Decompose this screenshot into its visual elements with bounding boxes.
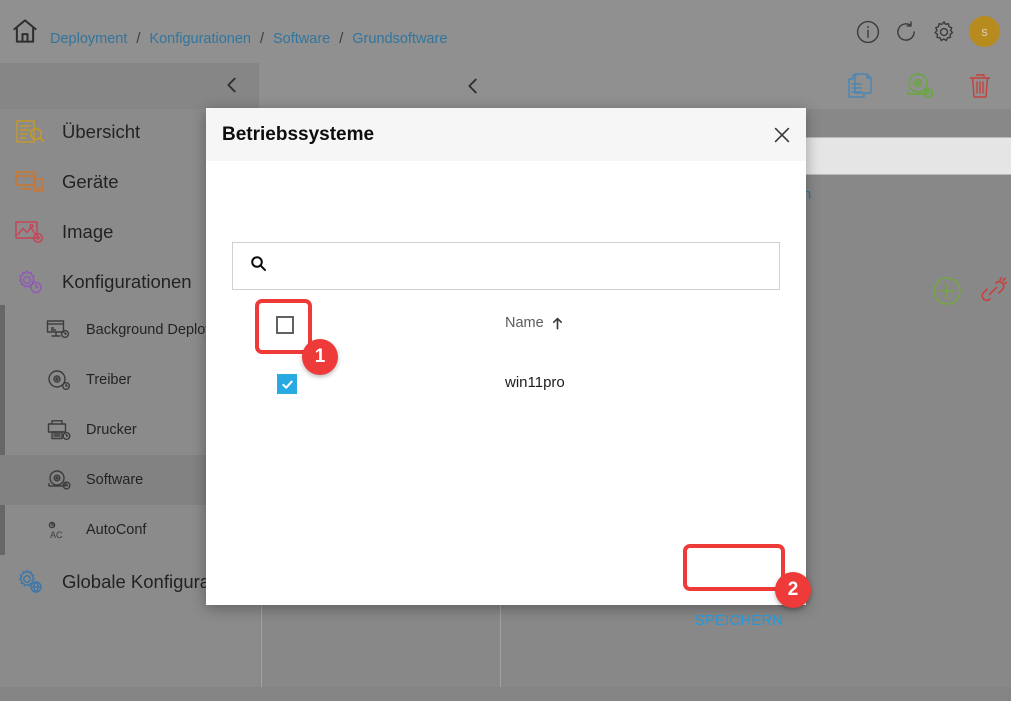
column-header-name[interactable]: Name bbox=[505, 315, 564, 331]
sort-ascending-icon bbox=[551, 317, 564, 330]
screen-root: Deployment / Konfigurationen / Software … bbox=[0, 0, 1011, 701]
betriebssysteme-dialog: Betriebssysteme Name win11pro SPEICHERN bbox=[206, 108, 806, 629]
save-button[interactable]: SPEICHERN bbox=[687, 606, 791, 636]
annotation-badge-2: 2 bbox=[775, 572, 811, 608]
table-cell-name: win11pro bbox=[505, 374, 565, 391]
table-row[interactable]: win11pro bbox=[206, 365, 806, 405]
table-header-row: Name bbox=[206, 315, 806, 350]
dialog-title: Betriebssysteme bbox=[222, 123, 375, 145]
search-input[interactable] bbox=[267, 258, 779, 274]
row-checkbox[interactable] bbox=[277, 374, 297, 394]
select-all-checkbox[interactable] bbox=[276, 316, 294, 334]
annotation-badge-1: 1 bbox=[302, 339, 338, 375]
dialog-header: Betriebssysteme bbox=[206, 108, 806, 161]
dialog-body: Name win11pro SPEICHERN bbox=[206, 161, 806, 629]
checkmark-icon bbox=[281, 380, 293, 389]
close-icon[interactable] bbox=[768, 121, 796, 149]
column-header-label: Name bbox=[505, 315, 544, 331]
search-icon bbox=[233, 255, 267, 277]
search-field[interactable] bbox=[232, 242, 780, 290]
